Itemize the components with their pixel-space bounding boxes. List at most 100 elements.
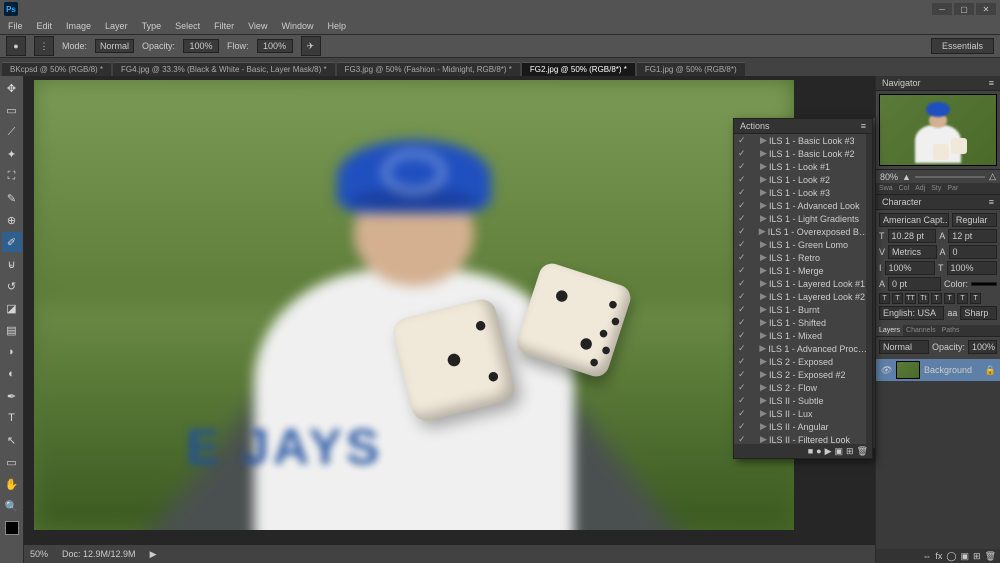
record-icon[interactable]: ● — [816, 446, 821, 456]
menu-layer[interactable]: Layer — [99, 20, 134, 32]
stop-icon[interactable]: ■ — [808, 446, 813, 456]
workspace-switcher[interactable]: Essentials — [931, 38, 994, 54]
bold-button[interactable]: T — [879, 293, 890, 304]
type-tool[interactable]: T — [2, 408, 22, 428]
zoom-in-icon[interactable]: △ — [989, 171, 996, 182]
action-item[interactable]: ✓▶ILS 1 - Shifted — [734, 316, 872, 329]
kerning-field[interactable]: Metrics — [888, 245, 936, 259]
panel-menu-icon[interactable]: ≡ — [989, 197, 994, 207]
action-check-icon[interactable]: ✓ — [738, 200, 746, 211]
document-tab[interactable]: FG1.jpg @ 50% (RGB/8*) — [637, 62, 745, 76]
layer-name[interactable]: Background — [924, 365, 972, 375]
action-check-icon[interactable]: ✓ — [738, 187, 746, 198]
action-expand-icon[interactable]: ▶ — [760, 356, 766, 367]
menu-image[interactable]: Image — [60, 20, 97, 32]
action-item[interactable]: ✓▶ILS 1 - Look #2 — [734, 173, 872, 186]
menu-edit[interactable]: Edit — [31, 20, 59, 32]
italic-button[interactable]: T — [892, 293, 903, 304]
panel-tab[interactable]: Col — [896, 183, 913, 194]
action-item[interactable]: ✓▶ILS 1 - Basic Look #2 — [734, 147, 872, 160]
action-item[interactable]: ✓▶ILS 2 - Exposed — [734, 355, 872, 368]
delete-layer-icon[interactable]: 🗑 — [985, 551, 996, 562]
action-check-icon[interactable]: ✓ — [738, 304, 746, 315]
action-expand-icon[interactable]: ▶ — [760, 291, 766, 302]
airbrush-icon[interactable]: ✈ — [301, 36, 321, 56]
action-expand-icon[interactable]: ▶ — [760, 382, 766, 393]
action-item[interactable]: ✓▶ILS II - Angular — [734, 420, 872, 433]
underline-button[interactable]: T — [957, 293, 968, 304]
action-check-icon[interactable]: ✓ — [738, 317, 746, 328]
color-swatch[interactable] — [2, 518, 22, 538]
baseline-field[interactable]: 0 pt — [888, 277, 941, 291]
action-check-icon[interactable]: ✓ — [738, 434, 746, 444]
lock-icon[interactable]: 🔒 — [985, 365, 996, 376]
menu-select[interactable]: Select — [169, 20, 206, 32]
actions-title[interactable]: Actions — [740, 121, 770, 131]
action-expand-icon[interactable]: ▶ — [760, 330, 766, 341]
panel-tab[interactable]: Sty — [928, 183, 944, 194]
action-expand-icon[interactable]: ▶ — [760, 408, 766, 419]
panel-menu-icon[interactable]: ≡ — [861, 121, 866, 131]
action-check-icon[interactable]: ✓ — [738, 252, 746, 263]
shape-tool[interactable]: ▭ — [2, 452, 22, 472]
caps-button[interactable]: TT — [905, 293, 916, 304]
blur-tool[interactable]: ◗ — [2, 342, 22, 362]
tracking-field[interactable]: 0 — [949, 245, 997, 259]
document-tab[interactable]: FG2.jpg @ 50% (RGB/8*) * — [522, 62, 635, 76]
action-check-icon[interactable]: ✓ — [738, 291, 746, 302]
action-expand-icon[interactable]: ▶ — [760, 317, 766, 328]
minimize-button[interactable]: ─ — [932, 3, 952, 15]
maximize-button[interactable]: ▢ — [954, 3, 974, 15]
font-family-select[interactable]: American Capt... — [879, 213, 949, 227]
action-item[interactable]: ✓▶ILS 1 - Merge — [734, 264, 872, 277]
flow-field[interactable]: 100% — [257, 39, 293, 53]
action-check-icon[interactable]: ✓ — [738, 343, 746, 354]
action-item[interactable]: ✓▶ILS II - Lux — [734, 407, 872, 420]
action-item[interactable]: ✓▶ILS II - Subtle — [734, 394, 872, 407]
action-check-icon[interactable]: ✓ — [738, 369, 746, 380]
action-item[interactable]: ✓▶ILS 1 - Retro — [734, 251, 872, 264]
menu-filter[interactable]: Filter — [208, 20, 240, 32]
layer-fx-icon[interactable]: fx — [935, 551, 942, 561]
action-expand-icon[interactable]: ▶ — [759, 343, 765, 354]
action-check-icon[interactable]: ✓ — [738, 213, 746, 224]
action-item[interactable]: ✓▶ILS 2 - Flow — [734, 381, 872, 394]
panel-tab-paths[interactable]: Paths — [939, 325, 963, 336]
action-item[interactable]: ✓▶ILS 1 - Basic Look #3 — [734, 134, 872, 147]
action-check-icon[interactable]: ✓ — [738, 265, 746, 276]
pen-tool[interactable]: ✒ — [2, 386, 22, 406]
font-size-field[interactable]: 10.28 pt — [888, 229, 937, 243]
action-expand-icon[interactable]: ▶ — [760, 434, 766, 444]
eraser-tool[interactable]: ◪ — [2, 298, 22, 318]
layer-mask-icon[interactable]: ◯ — [946, 551, 956, 562]
gradient-tool[interactable]: ▤ — [2, 320, 22, 340]
new-layer-icon[interactable]: ⊞ — [973, 551, 981, 562]
action-item[interactable]: ✓▶ILS 1 - Burnt — [734, 303, 872, 316]
document-tab[interactable]: FG3.jpg @ 50% (Fashion - Midnight, RGB/8… — [337, 62, 520, 76]
menu-help[interactable]: Help — [321, 20, 352, 32]
strike-button[interactable]: T — [970, 293, 981, 304]
action-expand-icon[interactable]: ▶ — [760, 369, 766, 380]
action-item[interactable]: ✓▶ILS II - Filtered Look — [734, 433, 872, 444]
document-canvas[interactable]: E JAYS — [34, 80, 794, 530]
action-item[interactable]: ✓▶ILS 1 - Green Lomo — [734, 238, 872, 251]
action-check-icon[interactable]: ✓ — [738, 408, 746, 419]
subscript-button[interactable]: T — [944, 293, 955, 304]
action-expand-icon[interactable]: ▶ — [760, 148, 766, 159]
action-item[interactable]: ✓▶ILS 1 - Look #3 — [734, 186, 872, 199]
action-expand-icon[interactable]: ▶ — [760, 161, 766, 172]
action-item[interactable]: ✓▶ILS 1 - Overexposed Bokeh — [734, 225, 872, 238]
action-item[interactable]: ✓▶ILS 1 - Layered Look #2 — [734, 290, 872, 303]
action-expand-icon[interactable]: ▶ — [760, 278, 766, 289]
smallcaps-button[interactable]: Tt — [918, 293, 929, 304]
action-expand-icon[interactable]: ▶ — [760, 200, 766, 211]
new-group-icon[interactable]: ▣ — [961, 551, 970, 562]
leading-field[interactable]: 12 pt — [948, 229, 997, 243]
action-check-icon[interactable]: ✓ — [738, 278, 746, 289]
action-check-icon[interactable]: ✓ — [738, 148, 746, 159]
navigator-zoom[interactable]: 80% — [880, 172, 898, 182]
document-tab[interactable]: FG4.jpg @ 33.3% (Black & White - Basic, … — [113, 62, 335, 76]
action-item[interactable]: ✓▶ILS 1 - Advanced Look — [734, 199, 872, 212]
new-set-icon[interactable]: ▣ — [835, 446, 844, 457]
opacity-field[interactable]: 100% — [183, 39, 219, 53]
